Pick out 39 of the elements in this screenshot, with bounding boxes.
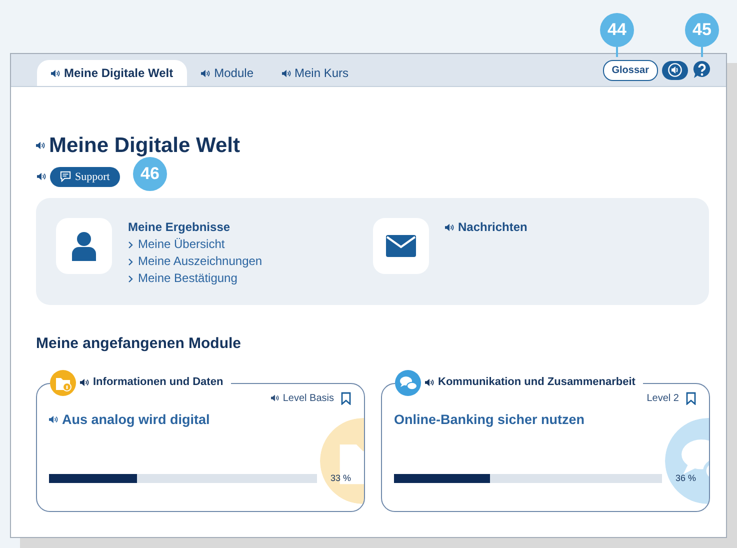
level-label: Level Basis [282,392,334,406]
speaker-icon[interactable] [445,222,454,232]
nav-tab[interactable]: Meine Digitale Welt [37,60,188,86]
nav-tab[interactable]: Module [187,60,268,86]
nav-tab[interactable]: Mein Kurs [268,60,363,86]
results-link[interactable]: Meine Übersicht [128,236,262,253]
support-button[interactable]: Support [50,166,120,187]
speaker-icon[interactable] [37,172,46,182]
speaker-icon[interactable] [425,378,434,387]
results-link[interactable]: Meine Bestätigung [128,270,262,287]
chat-icon [60,171,71,182]
callout-number: 44 [600,13,634,47]
page-title: Meine Digitale Welt [49,133,240,159]
mail-icon [386,235,416,257]
speaker-icon[interactable] [282,68,290,78]
bookmark-icon[interactable] [341,392,351,404]
speaker-icon[interactable] [270,394,279,402]
progress-percent: 33 % [329,472,351,485]
bookmark-icon[interactable] [686,392,696,404]
section-heading: Nachrichten [458,219,528,236]
speaker-icon[interactable] [49,415,58,424]
help-icon[interactable] [692,60,712,80]
speaker-icon[interactable] [201,68,210,78]
level-label: Level 2 [646,392,679,406]
module-category: Kommunikation und Zusammenarbeit [438,375,636,390]
speaker-icon[interactable] [80,378,89,387]
section-title: Meine angefangenen Module [36,334,242,354]
progress-percent: 36 % [674,472,696,485]
sound-button[interactable] [662,60,688,80]
person-icon [71,231,97,261]
module-title: Aus analog wird digital [62,410,210,429]
glossary-button[interactable]: Glossar [602,60,658,80]
callout-number: 45 [685,13,719,47]
section-heading: Meine Ergebnisse [128,219,230,236]
speaker-icon[interactable] [51,68,60,78]
module-title: Online-Banking sicher nutzen [394,410,585,429]
speaker-icon[interactable] [36,141,45,150]
results-link[interactable]: Meine Auszeichnungen [128,253,262,270]
module-category: Informationen und Daten [93,375,224,390]
